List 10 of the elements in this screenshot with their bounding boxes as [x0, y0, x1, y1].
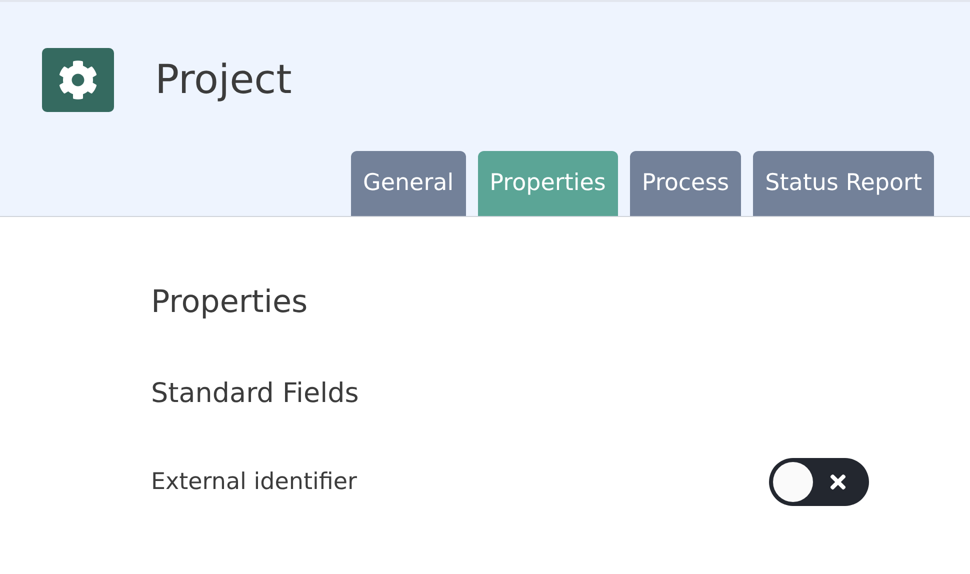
settings-icon [42, 48, 114, 112]
tab[interactable]: Status Report [753, 151, 934, 216]
field-label: External identifier [151, 468, 357, 497]
tab[interactable]: Properties [478, 151, 618, 216]
tab[interactable]: Process [630, 151, 742, 216]
page-title: Project [155, 56, 292, 105]
toggle-switch[interactable] [769, 458, 869, 506]
section-heading: Properties [151, 283, 309, 322]
tab[interactable]: General [351, 151, 466, 216]
subsection-heading: Standard Fields [151, 376, 360, 410]
